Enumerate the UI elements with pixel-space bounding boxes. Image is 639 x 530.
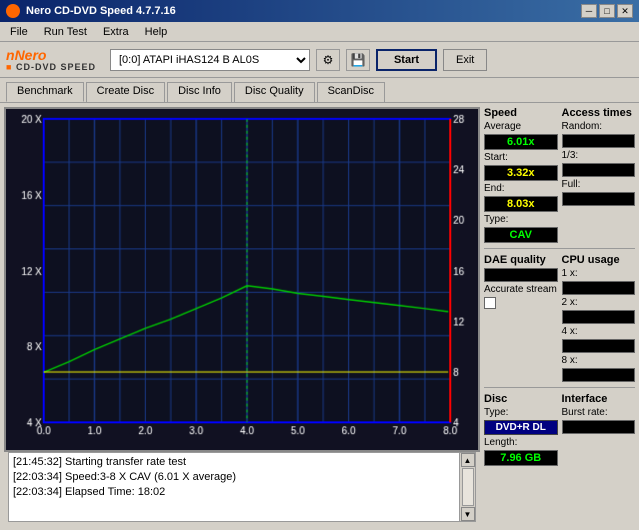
burst-value	[562, 420, 636, 434]
third-value	[562, 163, 636, 177]
tabs: Benchmark Create Disc Disc Info Disc Qua…	[0, 78, 639, 103]
log-scroll-down[interactable]: ▼	[461, 507, 475, 521]
access-times-section: Access times Random: 1/3: Full:	[562, 107, 636, 243]
log-scroll-up[interactable]: ▲	[461, 453, 475, 467]
random-value	[562, 134, 636, 148]
benchmark-chart	[6, 109, 478, 450]
tab-disc-info[interactable]: Disc Info	[167, 82, 232, 102]
nero-logo-bottom: ■ CD-DVD SPEED	[6, 62, 96, 72]
avg-value: 6.01x	[484, 134, 558, 150]
x4-label: 4 x:	[562, 326, 636, 337]
tab-create-disc[interactable]: Create Disc	[86, 82, 165, 102]
drive-selector[interactable]: [0:0] ATAPI iHAS124 B AL0S	[110, 49, 310, 71]
start-button[interactable]: Start	[376, 49, 437, 71]
type-value: CAV	[484, 227, 558, 243]
dae-value	[484, 268, 558, 282]
divider-2	[484, 387, 635, 388]
disc-type-value: DVD+R DL	[484, 420, 558, 435]
divider-1	[484, 248, 635, 249]
end-label: End:	[484, 183, 558, 194]
log-scroll-track	[462, 468, 474, 506]
menu-extra[interactable]: Extra	[97, 25, 135, 39]
interface-title: Interface	[562, 393, 636, 405]
log-line-2: [22:03:34] Speed:3-8 X CAV (6.01 X avera…	[13, 470, 455, 485]
tab-scan-disc[interactable]: ScanDisc	[317, 82, 385, 102]
disc-title: Disc	[484, 393, 558, 405]
dae-cpu-row: DAE quality Accurate stream CPU usage 1 …	[484, 254, 635, 382]
full-value	[562, 192, 636, 206]
x8-label: 8 x:	[562, 355, 636, 366]
third-label: 1/3:	[562, 150, 636, 161]
minimize-button[interactable]: ─	[581, 4, 597, 18]
toolbar: nNero ■ CD-DVD SPEED [0:0] ATAPI iHAS124…	[0, 42, 639, 78]
interface-section: Interface Burst rate:	[562, 393, 636, 466]
end-value: 8.03x	[484, 196, 558, 212]
nero-logo-top: nNero	[6, 48, 46, 62]
start-label: Start:	[484, 152, 558, 163]
cpu-title: CPU usage	[562, 254, 636, 266]
speed-access-row: Speed Average 6.01x Start: 3.32x End: 8.…	[484, 107, 635, 243]
type-label: Type:	[484, 214, 558, 225]
menu-bar: File Run Test Extra Help	[0, 22, 639, 42]
title-controls: ─ □ ✕	[581, 4, 633, 18]
menu-help[interactable]: Help	[139, 25, 174, 39]
x4-value	[562, 339, 636, 353]
chart-container	[4, 107, 480, 452]
disc-section: Disc Type: DVD+R DL Length: 7.96 GB	[484, 393, 558, 466]
speed-section: Speed Average 6.01x Start: 3.32x End: 8.…	[484, 107, 558, 243]
right-panel: Speed Average 6.01x Start: 3.32x End: 8.…	[484, 103, 639, 530]
close-button[interactable]: ✕	[617, 4, 633, 18]
title-bar: Nero CD-DVD Speed 4.7.7.16 ─ □ ✕	[0, 0, 639, 22]
dae-title: DAE quality	[484, 254, 558, 266]
disc-type-label: Type:	[484, 407, 558, 418]
disc-interface-row: Disc Type: DVD+R DL Length: 7.96 GB Inte…	[484, 393, 635, 466]
maximize-button[interactable]: □	[599, 4, 615, 18]
properties-button[interactable]: ⚙	[316, 49, 340, 71]
app-title: Nero CD-DVD Speed 4.7.7.16	[26, 5, 176, 17]
accurate-stream-label: Accurate stream	[484, 284, 558, 295]
accurate-stream-checkbox[interactable]	[484, 297, 496, 309]
title-bar-left: Nero CD-DVD Speed 4.7.7.16	[6, 4, 176, 18]
exit-button[interactable]: Exit	[443, 49, 487, 71]
log-line-1: [21:45:32] Starting transfer rate test	[13, 455, 455, 470]
cpu-section: CPU usage 1 x: 2 x: 4 x: 8 x:	[562, 254, 636, 382]
speed-title: Speed	[484, 107, 558, 119]
tab-benchmark[interactable]: Benchmark	[6, 82, 84, 102]
log-content: [21:45:32] Starting transfer rate test […	[9, 453, 459, 521]
x1-value	[562, 281, 636, 295]
x1-label: 1 x:	[562, 268, 636, 279]
start-value: 3.32x	[484, 165, 558, 181]
chart-area: [21:45:32] Starting transfer rate test […	[0, 103, 484, 530]
save-button[interactable]: 💾	[346, 49, 370, 71]
dae-section: DAE quality Accurate stream	[484, 254, 558, 382]
x8-value	[562, 368, 636, 382]
menu-file[interactable]: File	[4, 25, 34, 39]
nero-icon	[6, 4, 20, 18]
burst-label: Burst rate:	[562, 407, 636, 418]
x2-label: 2 x:	[562, 297, 636, 308]
log-scrollbar[interactable]: ▲ ▼	[459, 453, 475, 521]
tab-disc-quality[interactable]: Disc Quality	[234, 82, 315, 102]
menu-run-test[interactable]: Run Test	[38, 25, 93, 39]
log-area: [21:45:32] Starting transfer rate test […	[8, 452, 476, 522]
full-label: Full:	[562, 179, 636, 190]
main-content: [21:45:32] Starting transfer rate test […	[0, 103, 639, 530]
avg-label: Average	[484, 121, 558, 132]
random-label: Random:	[562, 121, 636, 132]
access-times-title: Access times	[562, 107, 636, 119]
length-value: 7.96 GB	[484, 450, 558, 466]
x2-value	[562, 310, 636, 324]
log-line-3: [22:03:34] Elapsed Time: 18:02	[13, 485, 455, 500]
length-label: Length:	[484, 437, 558, 448]
nero-logo: nNero ■ CD-DVD SPEED	[6, 48, 96, 72]
accurate-stream-row	[484, 297, 558, 309]
